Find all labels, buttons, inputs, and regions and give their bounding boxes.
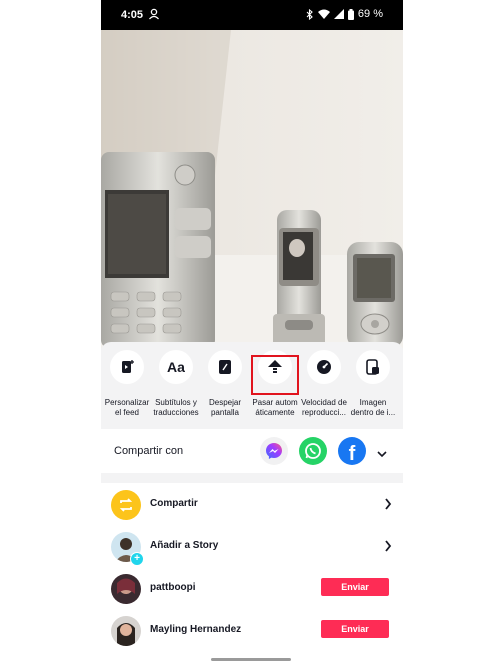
action-label-line2: pantalla [210,408,240,417]
clear-screen-icon [208,350,242,384]
action-label-line2: el feed [114,408,140,417]
captions-glyph: Aa [167,359,185,375]
action-label-line2: reproducci... [301,408,347,417]
home-indicator[interactable] [211,658,291,661]
phone-image-2 [273,210,325,348]
picture-in-picture-icon [356,350,390,384]
chevron-down-icon[interactable] [377,445,387,463]
list-item-contact[interactable]: Mayling Hernandez Enviar [101,609,403,651]
add-plus-icon: + [130,552,144,566]
chevron-right-icon [384,539,392,557]
phone-screen: 4:05 69 % Personalizar el feed Aa Subtít… [101,0,403,668]
chevron-right-icon [384,497,392,515]
status-user-icon [148,8,160,23]
status-time: 4:05 [121,9,144,21]
status-bar: 4:05 69 % [101,0,403,30]
row-label: Compartir [150,498,198,509]
messenger-icon[interactable] [260,437,288,465]
facebook-icon[interactable]: f [338,437,366,465]
row-label: pattboopi [150,582,196,593]
list-item-contact[interactable]: pattboopi Enviar [101,567,403,609]
action-label-line2: áticamente [255,408,295,417]
contact-avatar [111,616,141,646]
list-item-add-story[interactable]: + Añadir a Story [101,525,403,567]
share-list: Compartir + Añadir a Story pattboopi Env… [101,483,403,668]
action-label-line1: Velocidad de [301,398,347,407]
send-button[interactable]: Enviar [321,620,389,638]
share-with-section: Compartir con f [101,429,403,473]
action-captions[interactable]: Aa Subtítulos y traducciones [151,350,201,418]
battery-level: 69 % [357,8,383,20]
action-playback-speed[interactable]: Velocidad de reproducci... [299,350,349,418]
action-clear-screen[interactable]: Despejar pantalla [200,350,250,418]
action-label-line1: Subtítulos y [155,398,197,407]
captions-icon: Aa [159,350,193,384]
wifi-icon [317,9,330,19]
video-frame [101,30,403,348]
highlight-box [251,355,299,395]
action-label-line2: dentro de i... [350,408,396,417]
bluetooth-icon [306,8,314,20]
video-player[interactable] [101,30,403,348]
row-label: Mayling Hernandez [150,624,242,635]
status-right: 69 % [306,8,383,20]
send-button[interactable]: Enviar [321,578,389,596]
battery-icon [347,8,354,20]
action-label-line1: Despejar [208,398,241,407]
action-label-line1: Imagen [359,398,387,407]
action-label-line1: Pasar autom [252,398,298,407]
action-picture-in-picture[interactable]: Imagen dentro de i... [348,350,398,418]
personalize-feed-icon [110,350,144,384]
share-with-title: Compartir con [114,445,184,457]
list-item-share[interactable]: Compartir [101,483,403,525]
signal-icon [333,9,344,19]
speed-icon [307,350,341,384]
action-label-line2: traducciones [153,408,199,417]
action-label-line1: Personalizar [104,398,150,407]
action-personalize-feed[interactable]: Personalizar el feed [102,350,152,418]
whatsapp-icon[interactable] [299,437,327,465]
contact-avatar [111,574,141,604]
phone-image-1 [101,152,215,348]
repost-icon [111,490,141,520]
row-label: Añadir a Story [150,540,219,551]
phone-image-3 [347,242,403,348]
